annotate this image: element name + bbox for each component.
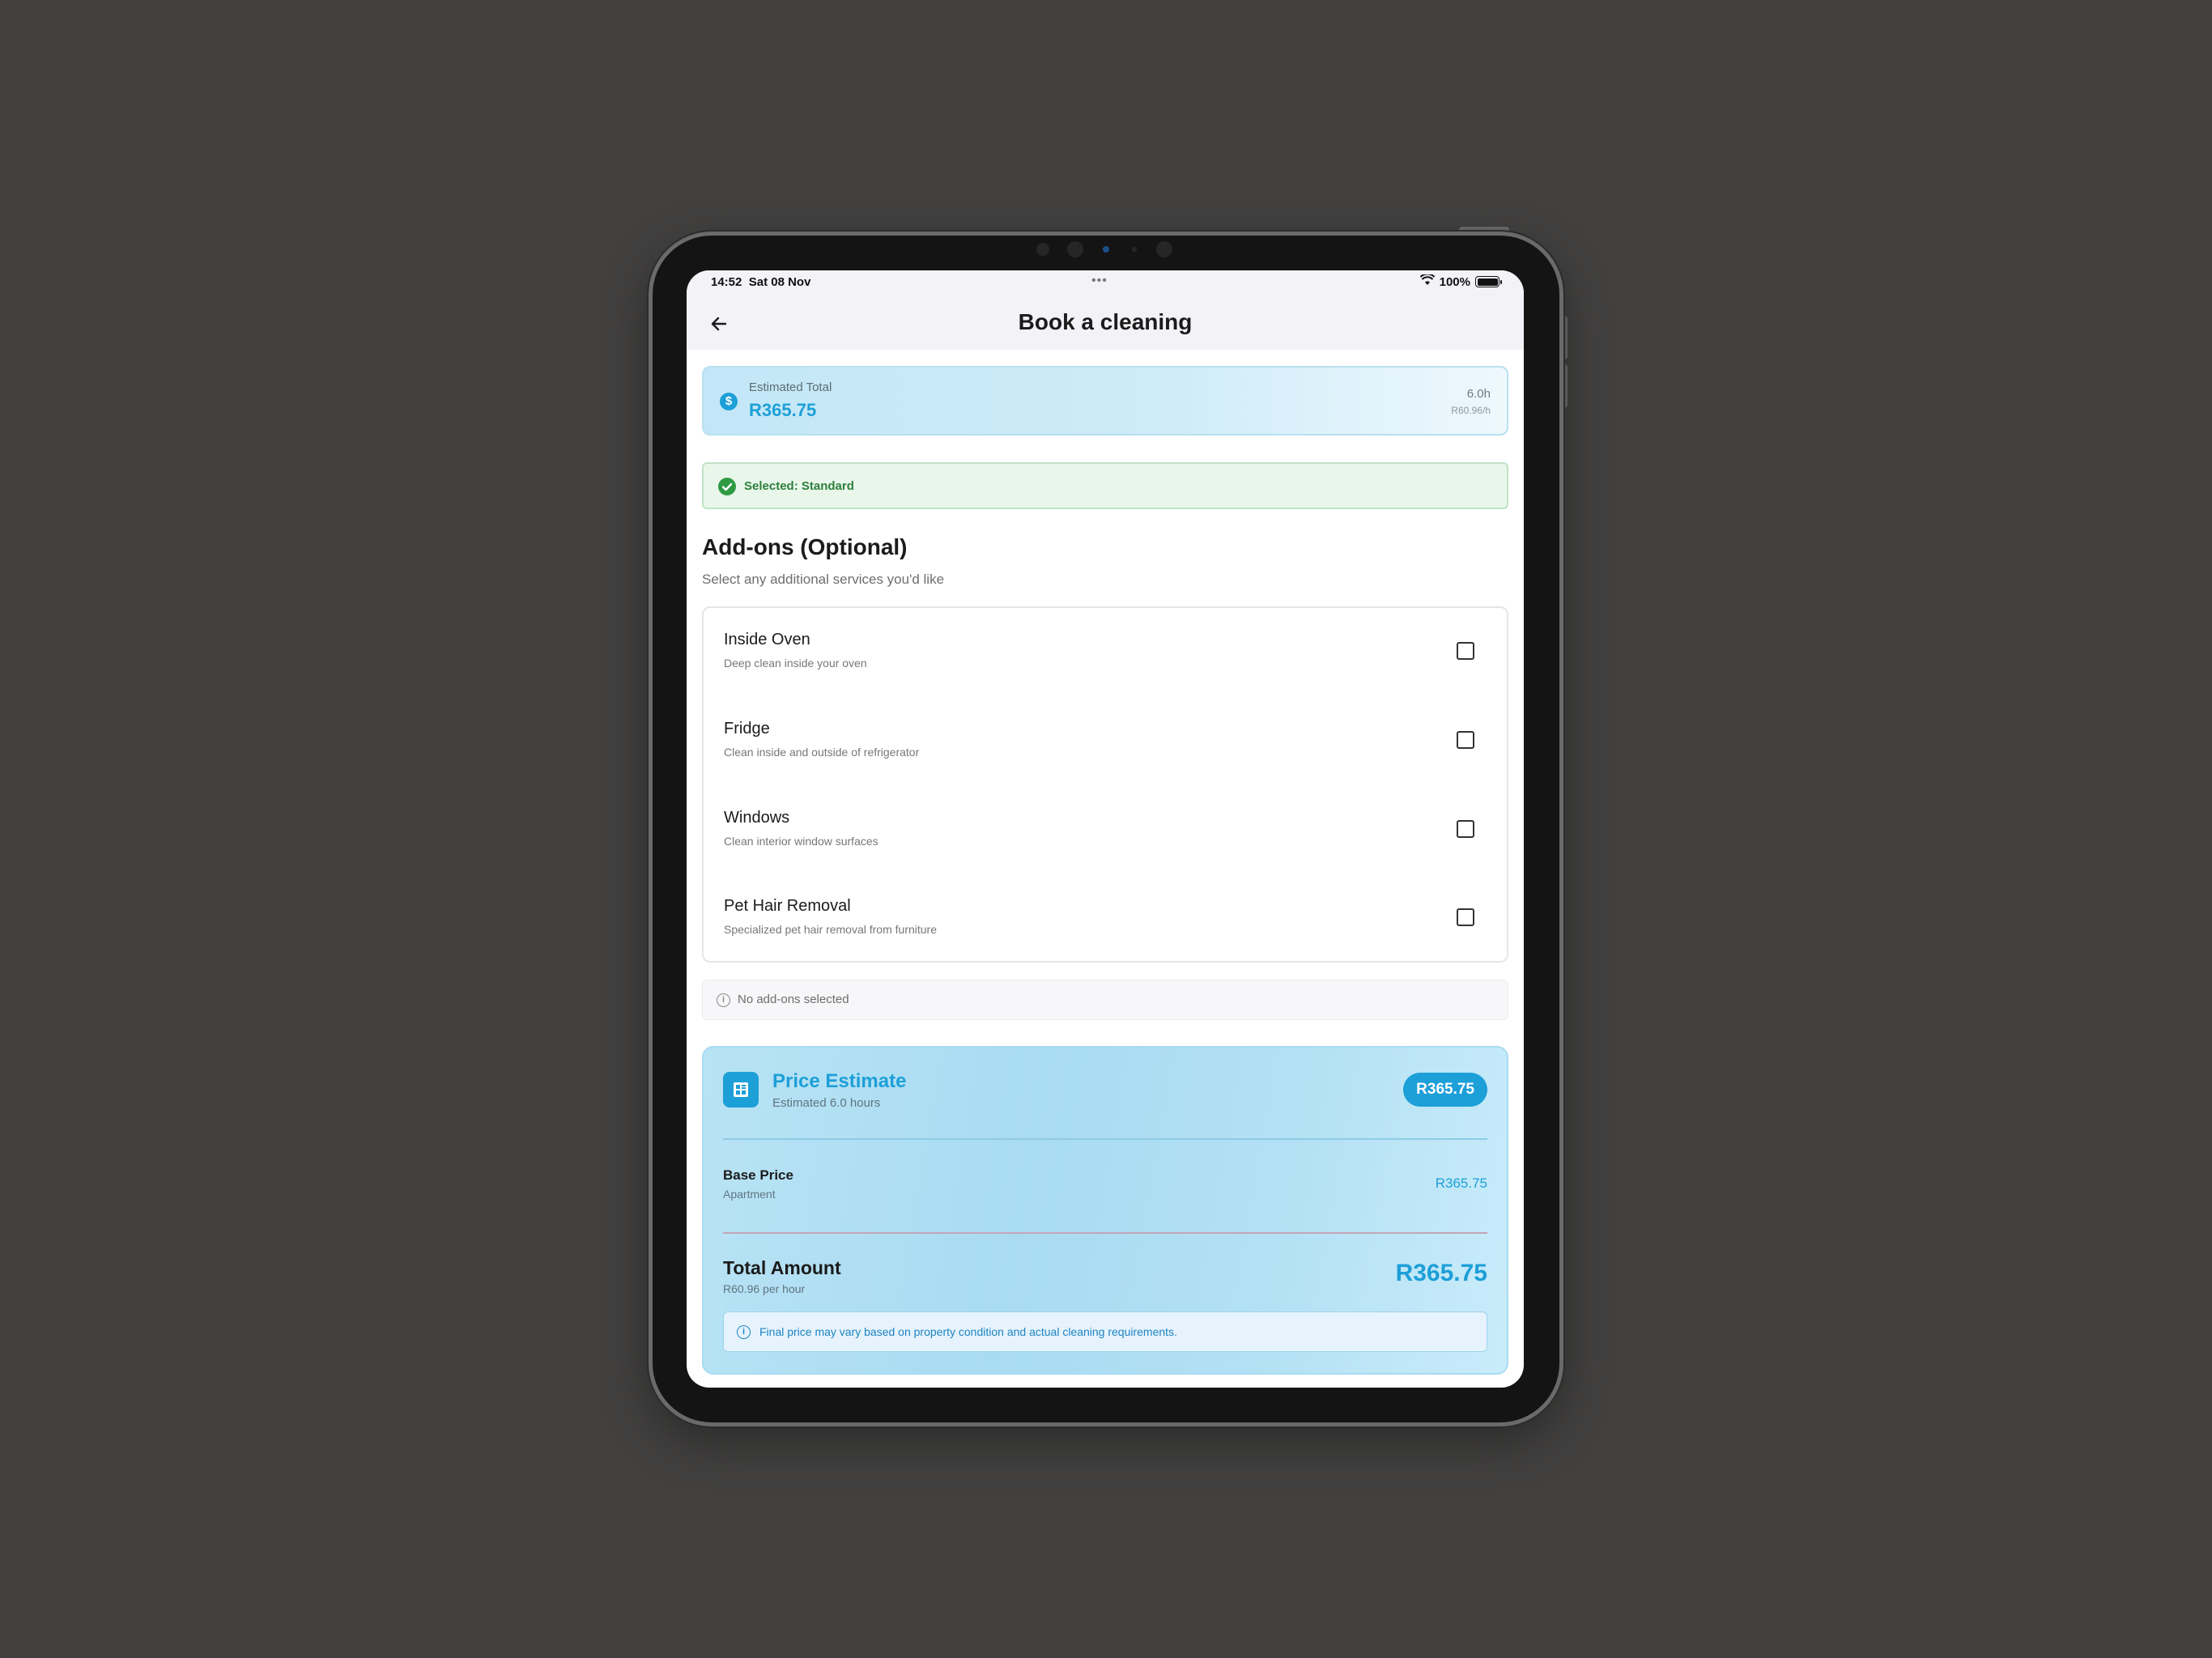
- top-bar: 14:52 Sat 08 Nov ••• 100% Book a cleanin…: [687, 270, 1524, 350]
- addons-subtitle: Select any additional services you'd lik…: [702, 572, 945, 587]
- total-amount-label: Total Amount: [723, 1257, 841, 1278]
- addon-windows[interactable]: Windows Clean interior window surfaces: [704, 786, 1507, 875]
- addon-checkbox-fridge[interactable]: [1457, 731, 1474, 749]
- estimated-total-label: Estimated Total: [749, 380, 832, 394]
- base-price-type: Apartment: [723, 1188, 776, 1201]
- price-estimate-title: Price Estimate: [772, 1070, 907, 1092]
- addon-pet-hair-removal[interactable]: Pet Hair Removal Specialized pet hair re…: [704, 874, 1507, 963]
- total-amount-value: R365.75: [1395, 1260, 1487, 1286]
- price-disclaimer: i Final price may vary based on property…: [723, 1312, 1487, 1352]
- addon-description: Specialized pet hair removal from furnit…: [724, 923, 938, 936]
- page-title: Book a cleaning: [1018, 309, 1193, 334]
- addon-checkbox-pet-hair-removal[interactable]: [1457, 908, 1474, 926]
- status-indicators: 100%: [1419, 273, 1502, 289]
- app-screen: 14:52 Sat 08 Nov ••• 100% Book a cleanin…: [687, 270, 1524, 1388]
- multitasking-dots[interactable]: •••: [1091, 274, 1108, 288]
- no-addons-note: i No add-ons selected: [702, 980, 1508, 1020]
- calculator-icon: [723, 1072, 759, 1107]
- base-price-label: Base Price: [723, 1167, 793, 1183]
- divider: [723, 1138, 1487, 1140]
- selected-service-text: Selected: Standard: [744, 479, 854, 493]
- wifi-icon: [1419, 273, 1435, 289]
- estimated-total-card: $ Estimated Total R365.75 6.0h R60.96/h: [702, 366, 1508, 436]
- addon-name: Pet Hair Removal: [724, 897, 851, 915]
- camera-bar: [1036, 240, 1182, 259]
- addons-list: Inside Oven Deep clean inside your oven …: [702, 606, 1508, 963]
- price-estimate-card: Price Estimate Estimated 6.0 hours R365.…: [702, 1046, 1508, 1375]
- addon-name: Inside Oven: [724, 631, 810, 648]
- estimated-total-value: R365.75: [749, 400, 817, 420]
- status-time: 14:52 Sat 08 Nov: [711, 275, 811, 289]
- addon-checkbox-windows[interactable]: [1457, 820, 1474, 838]
- estimated-hours: 6.0h: [1466, 387, 1491, 401]
- addon-inside-oven[interactable]: Inside Oven Deep clean inside your oven: [704, 608, 1507, 697]
- info-icon: i: [717, 993, 730, 1007]
- addons-title: Add-ons (Optional): [702, 534, 908, 559]
- addon-description: Clean interior window surfaces: [724, 835, 878, 848]
- info-icon: i: [737, 1325, 751, 1339]
- addon-name: Windows: [724, 809, 790, 827]
- addon-description: Deep clean inside your oven: [724, 657, 867, 670]
- price-estimate-badge: R365.75: [1403, 1073, 1487, 1107]
- check-circle-icon: [718, 478, 736, 495]
- battery-icon: [1475, 276, 1502, 287]
- price-disclaimer-text: Final price may vary based on property c…: [759, 1325, 1177, 1338]
- divider: [723, 1232, 1487, 1234]
- selected-service-banner: Selected: Standard: [702, 462, 1508, 509]
- battery-percent: 100%: [1439, 274, 1470, 289]
- base-price-value: R365.75: [1435, 1175, 1487, 1191]
- total-amount-rate: R60.96 per hour: [723, 1282, 806, 1295]
- estimated-rate: R60.96/h: [1451, 405, 1491, 416]
- price-estimate-subtitle: Estimated 6.0 hours: [772, 1096, 881, 1110]
- addon-description: Clean inside and outside of refrigerator: [724, 746, 920, 759]
- addon-name: Fridge: [724, 720, 770, 738]
- no-addons-text: No add-ons selected: [738, 993, 849, 1006]
- addon-checkbox-inside-oven[interactable]: [1457, 642, 1474, 660]
- dollar-circle-icon: $: [720, 393, 738, 410]
- addon-fridge[interactable]: Fridge Clean inside and outside of refri…: [704, 697, 1507, 786]
